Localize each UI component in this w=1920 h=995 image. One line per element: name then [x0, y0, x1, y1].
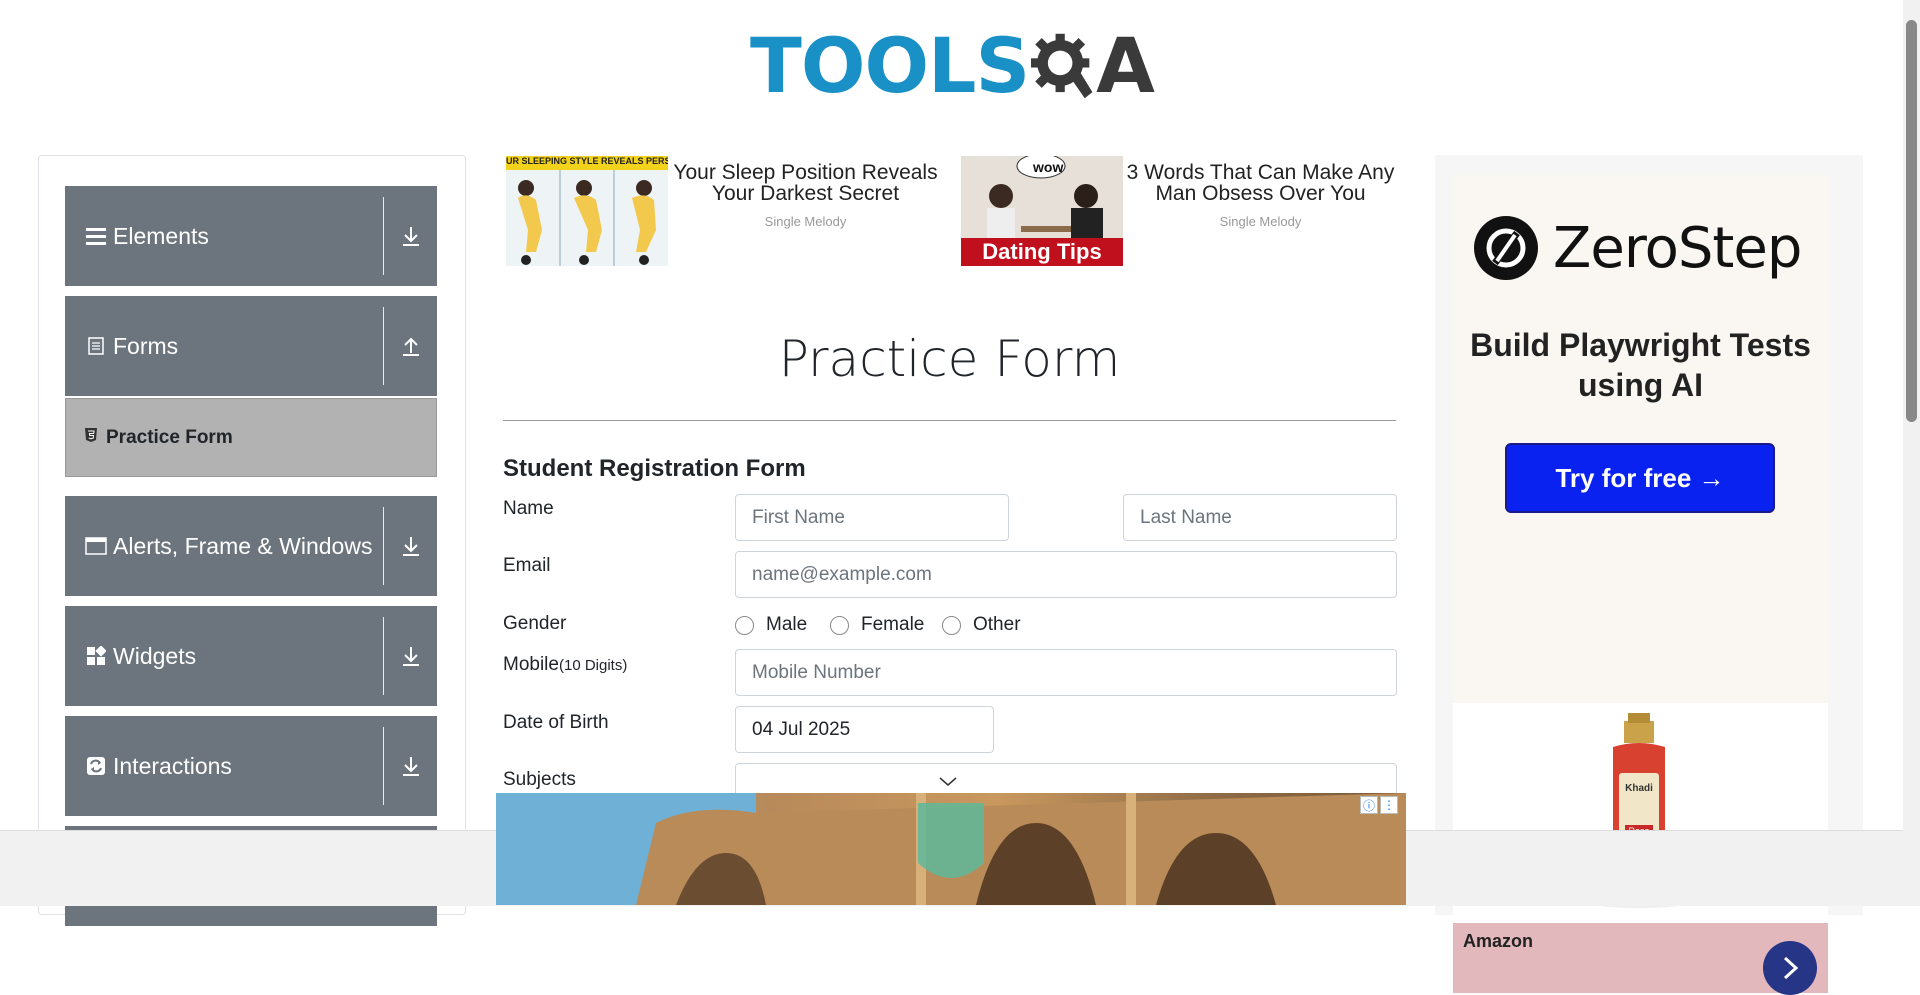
- html5-icon: [84, 427, 98, 448]
- radio-label: Male: [766, 614, 808, 635]
- gender-radio-male[interactable]: Male: [735, 614, 807, 636]
- dob-label: Date of Birth: [503, 712, 609, 733]
- sidebar: Elements Forms Practice Form Alerts, Fra…: [38, 155, 466, 926]
- zerostep-logo: ZeroStep: [1473, 215, 1802, 281]
- email-input[interactable]: [735, 551, 1397, 598]
- sponsored-ad-sleep[interactable]: UR SLEEPING STYLE REVEALS PERSONAL Your …: [506, 156, 943, 266]
- ad-tagline: Build Playwright Tests using AI: [1470, 327, 1811, 403]
- window-icon: [85, 535, 107, 557]
- page-scrollbar[interactable]: [1903, 0, 1920, 905]
- sidebar-group-label: Interactions: [113, 752, 232, 779]
- scrollbar-thumb[interactable]: [1906, 20, 1917, 422]
- mobile-label: Mobile(10 Digits): [503, 654, 627, 676]
- gender-radio-other[interactable]: Other: [942, 614, 1021, 636]
- sidebar-group-widgets[interactable]: Widgets: [65, 606, 437, 706]
- subjects-label: Subjects: [503, 769, 576, 790]
- ad-title[interactable]: Your Sleep Position Reveals Your Darkest…: [668, 162, 943, 204]
- zerostep-icon: [1474, 216, 1538, 280]
- download-arrow-icon[interactable]: [384, 225, 437, 247]
- colosseum-image: [496, 793, 1406, 905]
- download-arrow-icon[interactable]: [384, 535, 437, 557]
- interactions-icon: [85, 755, 107, 777]
- bottom-banner-ad[interactable]: ⓘ ⋮: [496, 793, 1406, 905]
- divider: [503, 420, 1396, 421]
- right-ad[interactable]: ZeroStep Build Playwright Tests using AI…: [1435, 155, 1863, 995]
- ad-thumbnail: wow Dating Tips: [961, 156, 1123, 266]
- name-label: Name: [503, 498, 554, 519]
- speech-bubble-text: wow: [1033, 159, 1064, 175]
- document-icon: [85, 335, 107, 357]
- ad-source: Single Melody: [1219, 214, 1302, 229]
- first-name-input[interactable]: [735, 494, 1009, 541]
- chevron-down-icon: [938, 772, 958, 794]
- radio-label: Other: [973, 614, 1021, 635]
- mobile-label-text: Mobile: [503, 654, 559, 675]
- product-brand: Khadi: [1625, 783, 1653, 794]
- sponsored-ad-dating[interactable]: wow Dating Tips 3 Words That Can Make An…: [961, 156, 1398, 266]
- mobile-hint: (10 Digits): [558, 657, 628, 674]
- widgets-icon: [85, 645, 107, 667]
- gender-label: Gender: [503, 613, 567, 634]
- radio-button[interactable]: [830, 615, 849, 635]
- mobile-input[interactable]: [735, 649, 1397, 696]
- toolsqa-logo[interactable]: TOOLS A: [750, 18, 1155, 113]
- gear-magnifier-icon: [1031, 33, 1093, 98]
- more-options-icon[interactable]: ⋮: [1380, 796, 1398, 814]
- radio-label: Female: [861, 614, 925, 635]
- thumb-caption: UR SLEEPING STYLE REVEALS PERSONAL: [506, 156, 668, 170]
- sidebar-group-label: Forms: [113, 332, 179, 359]
- thumb-caption: Dating Tips: [961, 238, 1123, 266]
- sidebar-item-label: Practice Form: [106, 426, 233, 448]
- upload-arrow-icon[interactable]: [384, 335, 437, 357]
- gender-radio-female[interactable]: Female: [830, 614, 924, 636]
- sleep-positions-illustration: [518, 170, 656, 266]
- try-for-free-button[interactable]: Try for free →: [1505, 443, 1775, 513]
- zerostep-ad[interactable]: ZeroStep Build Playwright Tests using AI…: [1453, 175, 1828, 703]
- form-title: Student Registration Form: [503, 455, 806, 482]
- sidebar-group-elements[interactable]: Elements: [65, 186, 437, 286]
- info-icon[interactable]: ⓘ: [1360, 796, 1378, 814]
- download-arrow-icon[interactable]: [384, 755, 437, 777]
- email-label: Email: [503, 555, 551, 576]
- date-of-birth-input[interactable]: [735, 706, 994, 753]
- ad-source: Single Melody: [764, 214, 847, 229]
- sidebar-group-label: Widgets: [113, 642, 197, 669]
- menu-icon: [85, 225, 107, 247]
- amazon-label: Amazon: [1463, 931, 1534, 951]
- logo-tools-text: TOOLS: [750, 20, 1030, 110]
- chevron-right-icon[interactable]: [1763, 941, 1817, 995]
- radio-button[interactable]: [942, 615, 961, 635]
- ad-choices[interactable]: ⓘ ⋮: [1360, 796, 1398, 814]
- ad-thumbnail: UR SLEEPING STYLE REVEALS PERSONAL: [506, 156, 668, 266]
- zerostep-brand: ZeroStep: [1553, 215, 1802, 281]
- sidebar-group-interactions[interactable]: Interactions: [65, 716, 437, 816]
- sidebar-group-alerts[interactable]: Alerts, Frame & Windows: [65, 496, 437, 596]
- ad-text: 3 Words That Can Make Any Man Obsess Ove…: [1123, 156, 1398, 266]
- last-name-input[interactable]: [1123, 494, 1397, 541]
- radio-button[interactable]: [735, 615, 754, 635]
- ad-text: Your Sleep Position Reveals Your Darkest…: [668, 156, 943, 266]
- sidebar-group-label: Alerts, Frame & Windows: [113, 532, 373, 559]
- sidebar-group-label: Elements: [113, 222, 209, 249]
- download-arrow-icon[interactable]: [384, 645, 437, 667]
- sidebar-item-practice-form[interactable]: Practice Form: [65, 398, 437, 477]
- logo-a-text: A: [1096, 20, 1155, 110]
- sidebar-group-forms[interactable]: Forms: [65, 296, 437, 396]
- ad-title[interactable]: 3 Words That Can Make Any Man Obsess Ove…: [1123, 162, 1398, 204]
- page-title: Practice Form: [778, 330, 1121, 388]
